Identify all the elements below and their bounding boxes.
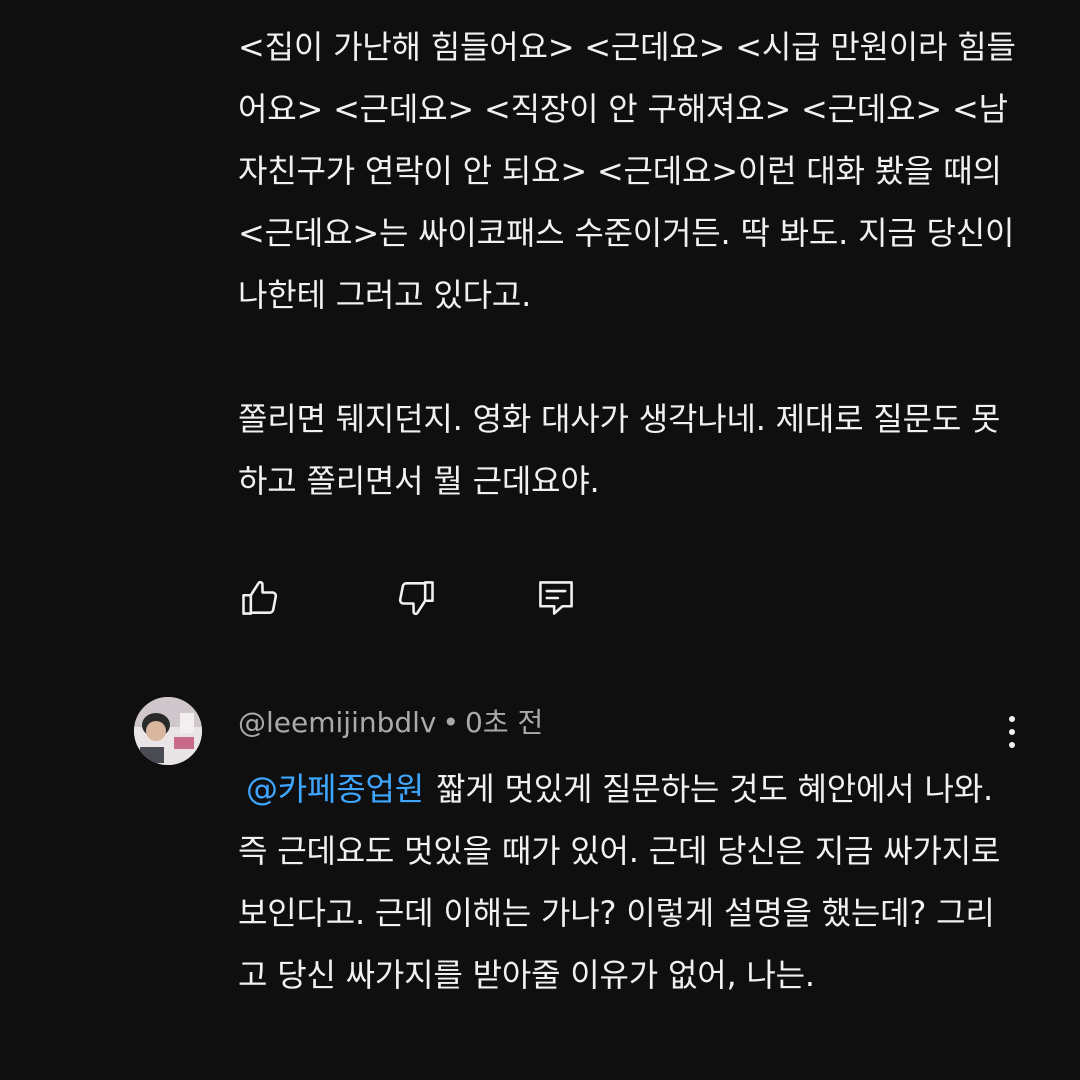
more-options-button[interactable] xyxy=(992,708,1032,756)
comment-paragraph: @카페종업원 짧게 멋있게 질문하는 것도 혜안에서 나와. 즉 근데요도 멋있을… xyxy=(238,758,1018,1006)
comment-paragraph: 쫄리면 뒈지던지. 영화 대사가 생각나네. 제대로 질문도 못하고 쫄리면서 … xyxy=(238,400,1001,500)
like-button[interactable] xyxy=(236,574,284,622)
reply-button[interactable] xyxy=(532,574,580,622)
thumb-up-icon xyxy=(242,580,278,615)
more-vertical-icon xyxy=(1009,716,1015,748)
meta-separator: • xyxy=(442,706,460,739)
comment-body-reply: @카페종업원 짧게 멋있게 질문하는 것도 혜안에서 나와. 즉 근데요도 멋있을… xyxy=(238,758,1018,1006)
author-handle[interactable]: @leemijinbdlv xyxy=(238,706,437,739)
comment-action-bar xyxy=(236,574,636,622)
thumb-down-icon xyxy=(398,581,434,616)
mention-link[interactable]: @카페종업원 xyxy=(246,770,424,808)
comment-timestamp: 0초 전 xyxy=(465,706,544,739)
avatar[interactable] xyxy=(134,697,202,765)
comment-paragraph: <집이 가난해 힘들어요> <근데요> <시급 만원이라 힘들어요> <근데요>… xyxy=(238,28,1016,314)
dislike-button[interactable] xyxy=(392,574,440,622)
avatar-image xyxy=(134,697,202,765)
comment-body-previous: <집이 가난해 힘들어요> <근데요> <시급 만원이라 힘들어요> <근데요>… xyxy=(238,16,1018,512)
comment-reply-icon xyxy=(539,581,573,615)
comment-meta: @leemijinbdlv • 0초 전 xyxy=(238,700,543,746)
